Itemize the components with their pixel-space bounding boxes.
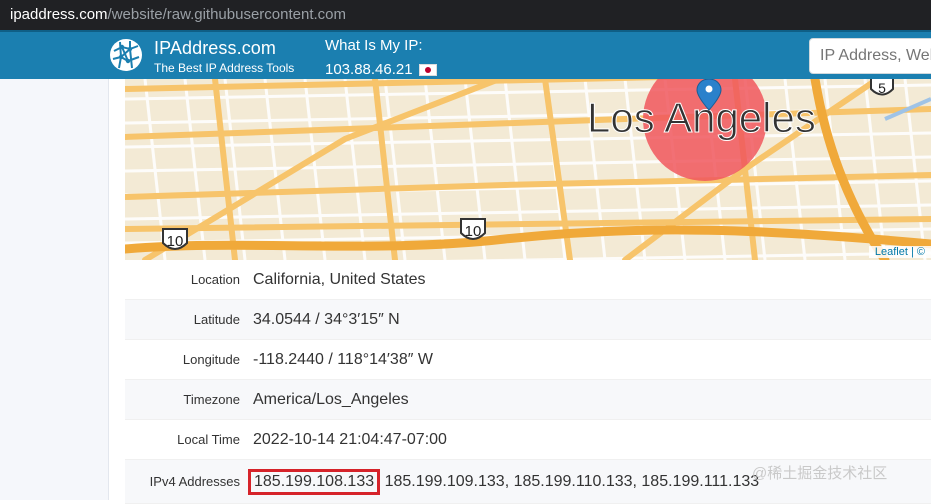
location-map[interactable]: 10 10 5 Los Angeles Leaflet | © [125,79,931,260]
route-shield-2-text: 10 [465,223,482,240]
route-shield-3-text: 5 [878,80,886,96]
row-value: California, United States [253,270,426,288]
left-sidebar [0,79,109,500]
row-label: Local Time [177,432,240,447]
row-value: -118.2440 / 118°14′38″ W [253,350,433,368]
brand[interactable]: IPAddress.com The Best IP Address Tools [154,38,294,75]
row-label: Location [190,272,240,287]
ipv4-highlighted-address[interactable]: 185.199.108.133 [248,468,381,495]
url-host: ipaddress.com [10,6,108,23]
row-value: 2022-10-14 21:04:47-07:00 [253,430,447,448]
row-value: America/Los_Angeles [253,390,409,408]
ipv4-other-addresses[interactable]: 185.199.109.133, 185.199.110.133, 185.19… [385,473,760,490]
route-shield-2: 10 [460,218,486,240]
details-row-latitude: Latitude 34.0544 / 34°3′15″ N [125,300,931,340]
row-label: Timezone [183,392,240,407]
browser-url-bar[interactable]: ipaddress.com/website/raw.githubusercont… [0,0,931,30]
details-row-longitude: Longitude -118.2440 / 118°14′38″ W [125,340,931,380]
url-path: /website/raw.githubusercontent.com [107,6,347,23]
brand-name: IPAddress.com [154,38,277,58]
row-label: Latitude [193,312,240,327]
row-value: 34.0544 / 34°3′15″ N [253,310,400,328]
brand-tagline: The Best IP Address Tools [154,61,295,75]
map-attribution[interactable]: Leaflet | © [868,246,931,258]
watermark: @稀土掘金技术社区 [752,465,888,482]
my-ip-value[interactable]: 103.88.46.21 [325,61,413,78]
my-ip-block: What Is My IP: 103.88.46.21 [325,37,437,78]
my-ip-label: What Is My IP: [325,37,423,54]
details-row-local-time: Local Time 2022-10-14 21:04:47-07:00 [125,420,931,460]
globe-logo-icon[interactable] [108,37,144,73]
map-tiles: 10 10 5 Los Angeles [125,79,931,260]
details-row-location: Location California, United States [125,260,931,300]
search-input[interactable]: IP Address, Website [809,38,931,74]
details-row-timezone: Timezone America/Los_Angeles [125,380,931,420]
route-shield-1-text: 10 [167,233,184,250]
ipv4-values: 185.199.108.133 185.199.109.133, 185.199… [248,468,760,495]
route-shield-1: 10 [162,228,188,250]
japan-flag-icon [418,63,437,76]
site-header: IPAddress.com The Best IP Address Tools … [0,30,931,79]
row-label: IPv4 Addresses [149,474,240,489]
row-label: Longitude [182,352,240,367]
